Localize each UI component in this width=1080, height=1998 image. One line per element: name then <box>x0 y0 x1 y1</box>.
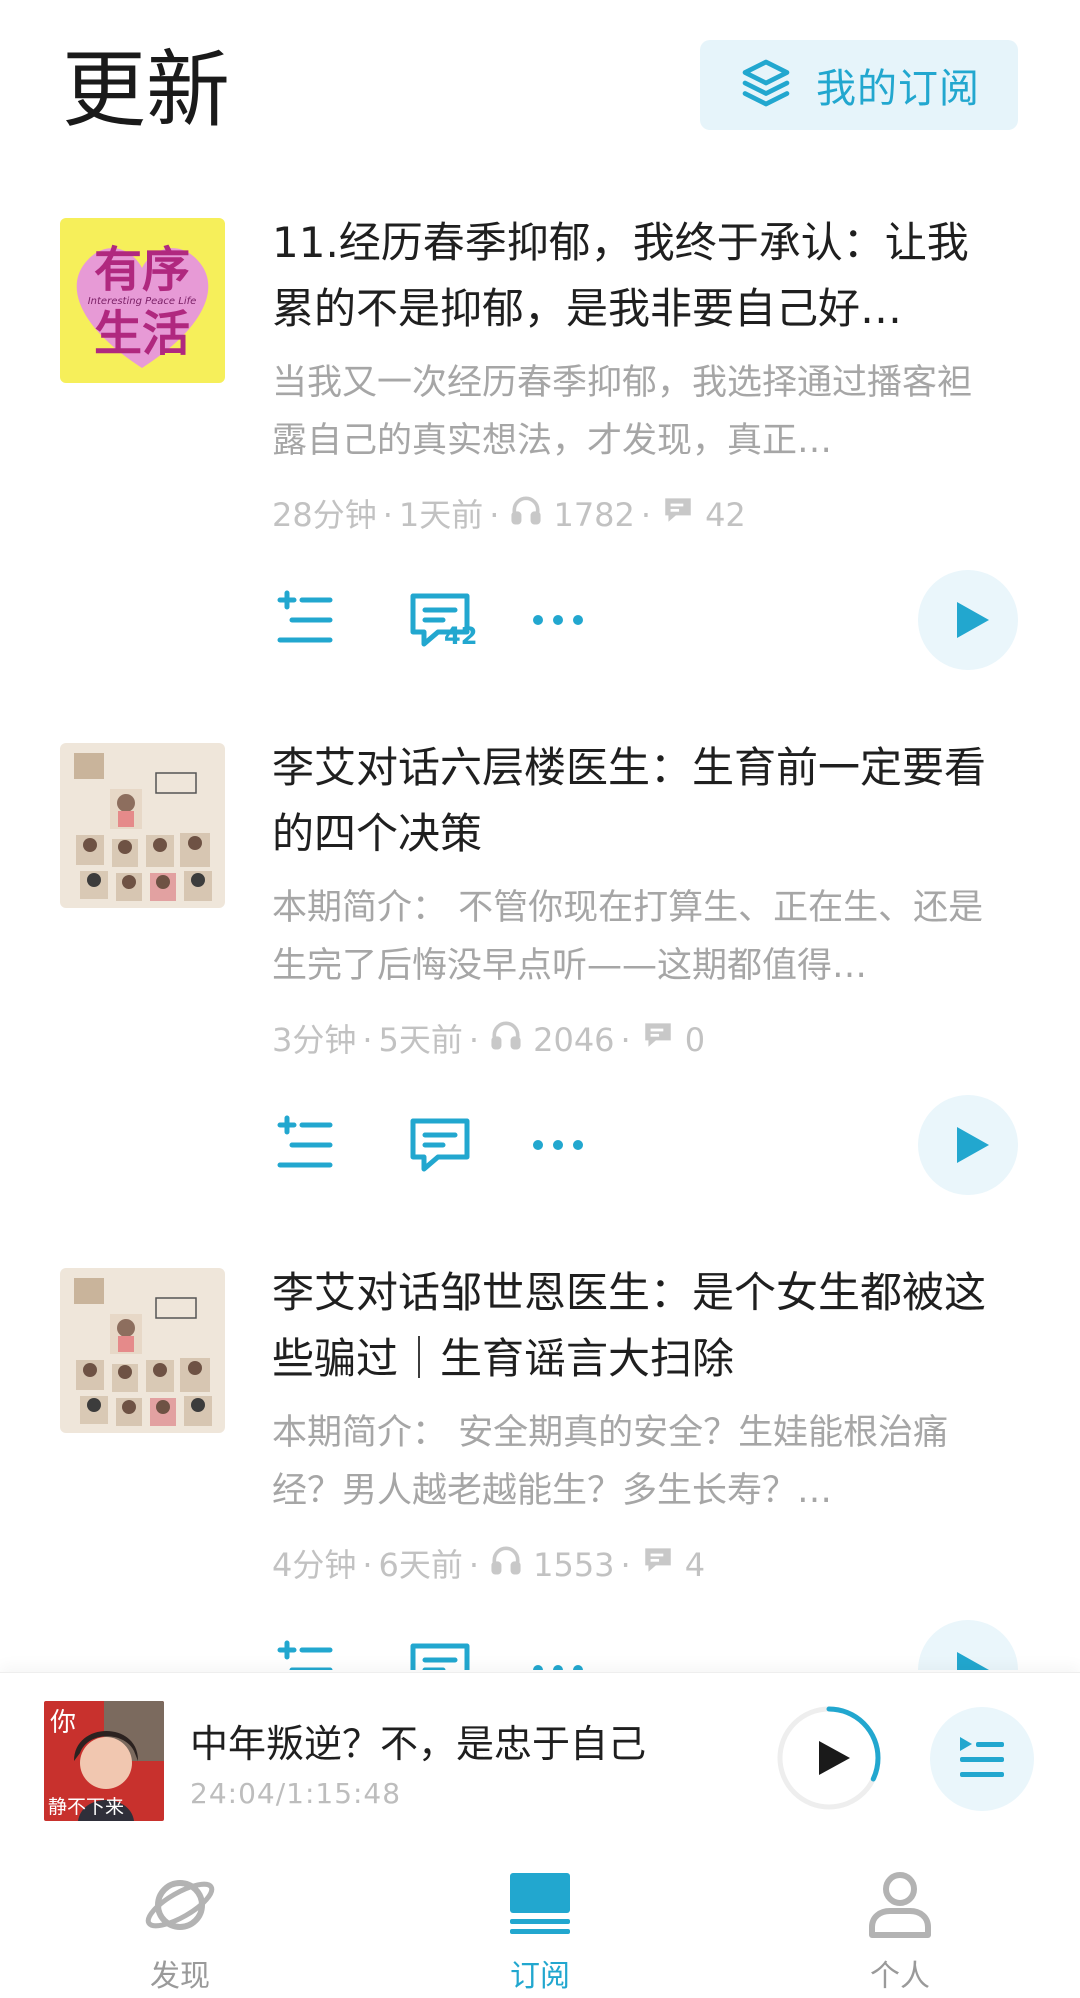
page-title: 更新 <box>62 41 231 139</box>
add-to-queue-icon <box>277 590 333 643</box>
nav-discover[interactable]: 发现 <box>80 1827 280 1998</box>
episode-item[interactable]: 李艾对话邹世恩医生：是个女生都被这些骗过｜生育谣言大扫除 本期简介： 安全期真的… <box>0 1260 1080 1670</box>
cover-title-line1: 有序 <box>94 242 190 298</box>
meta-separator: · <box>382 495 393 534</box>
comment-count-badge: 42 <box>444 622 478 650</box>
mini-player[interactable]: 你 静不下来 中年叛逆？不，是忠于自己 24:04/1:15:48 <box>0 1672 1080 1827</box>
now-playing-time: 24:04/1:15:48 <box>190 1777 402 1810</box>
comment-icon <box>410 1118 470 1172</box>
episode-cover[interactable]: 有序 Interesting Peace Life 生活 <box>60 218 225 383</box>
episode-item[interactable]: 李艾对话六层楼医生：生育前一定要看的四个决策 本期简介： 不管你现在打算生、正在… <box>0 735 1080 1260</box>
play-episode-button[interactable] <box>918 1095 1018 1195</box>
nav-profile-label: 个人 <box>870 1959 930 1994</box>
headphones-icon <box>505 493 553 536</box>
more-button[interactable] <box>530 1638 586 1670</box>
cover-text-top: 你 <box>50 1708 76 1738</box>
episode-meta: 3分钟 · 5天前 · 2046 · 0 <box>272 1018 705 1061</box>
episode-title[interactable]: 11.经历春季抑郁，我终于承认：让我累的不是抑郁，是我非要自己好… <box>272 210 1002 342</box>
episode-published: 6天前 <box>378 1545 463 1584</box>
meta-separator: · <box>620 1020 631 1059</box>
add-to-queue-icon <box>277 1640 333 1670</box>
episode-title[interactable]: 李艾对话六层楼医生：生育前一定要看的四个决策 <box>272 735 1002 867</box>
meta-separator: · <box>489 495 500 534</box>
episode-plays: 1553 <box>533 1545 615 1584</box>
more-icon <box>533 1665 583 1670</box>
headphones-icon <box>485 1543 533 1586</box>
episode-actions: 42 <box>0 570 1080 670</box>
episode-meta: 28分钟 · 1天前 · 1782 · 42 <box>272 493 746 536</box>
meta-separator: · <box>640 495 652 534</box>
episode-meta: 4分钟 · 6天前 · 1553 · 4 <box>272 1543 705 1586</box>
more-button[interactable] <box>530 1113 586 1177</box>
episode-published: 1天前 <box>398 495 484 534</box>
episode-plays: 1782 <box>553 495 635 534</box>
now-playing-cover[interactable]: 你 静不下来 <box>44 1701 164 1821</box>
my-subscriptions-label: 我的订阅 <box>816 66 980 112</box>
meta-separator: · <box>620 1545 631 1584</box>
person-icon <box>869 1872 931 1938</box>
comment-small-icon <box>637 1018 685 1061</box>
now-playing-title[interactable]: 中年叛逆？不，是忠于自己 <box>190 1713 646 1768</box>
episode-duration: 28分钟 <box>272 495 377 534</box>
my-subscriptions-button[interactable]: 我的订阅 <box>700 40 1018 130</box>
episode-description: 当我又一次经历春季抑郁，我选择通过播客袒露自己的真实想法，才发现，真正… <box>272 363 973 461</box>
comment-small-icon <box>637 1543 685 1586</box>
episode-description: 本期简介： 不管你现在打算生、正在生、还是生完了后悔没早点听——这期都值得… <box>272 888 984 986</box>
episode-duration: 3分钟 <box>272 1020 357 1059</box>
play-icon <box>957 1127 989 1163</box>
add-to-queue-button[interactable] <box>272 1113 336 1177</box>
episode-cover[interactable] <box>60 1268 225 1433</box>
comment-button[interactable] <box>400 1113 480 1177</box>
play-icon <box>957 1652 989 1670</box>
nav-profile[interactable]: 个人 <box>800 1827 1000 1998</box>
header: 更新 我的订阅 <box>0 0 1080 180</box>
episode-duration: 4分钟 <box>272 1545 357 1584</box>
comment-small-icon <box>657 493 705 536</box>
headphones-icon <box>485 1018 533 1061</box>
more-icon <box>533 1140 583 1150</box>
meta-separator: · <box>468 1545 480 1584</box>
episode-published: 5天前 <box>378 1020 463 1059</box>
more-icon <box>533 615 583 625</box>
planet-icon <box>145 1880 215 1930</box>
nav-subscriptions[interactable]: 订阅 <box>440 1827 640 1998</box>
bottom-nav: 发现 订阅 个人 <box>0 1827 1080 1998</box>
playlist-icon <box>960 1737 1004 1777</box>
nav-subscriptions-label: 订阅 <box>510 1959 570 1994</box>
nav-discover-label: 发现 <box>150 1959 210 1994</box>
meta-separator: · <box>362 1545 373 1584</box>
comment-icon <box>410 1643 470 1670</box>
episode-feed[interactable]: 有序 Interesting Peace Life 生活 11.经历春季抑郁，我… <box>0 210 1080 1670</box>
episode-actions <box>0 1620 1080 1670</box>
play-episode-button[interactable] <box>918 570 1018 670</box>
episode-comments: 42 <box>705 495 746 534</box>
cover-title-line2: 生活 <box>94 306 190 362</box>
comment-button[interactable] <box>400 1638 480 1670</box>
mini-play-button[interactable] <box>774 1703 884 1813</box>
add-to-queue-button[interactable] <box>272 588 336 652</box>
meta-separator: · <box>362 1020 373 1059</box>
meta-separator: · <box>468 1020 480 1059</box>
episode-actions <box>0 1095 1080 1195</box>
cover-text-bottom: 静不下来 <box>48 1796 124 1818</box>
episode-title[interactable]: 李艾对话邹世恩医生：是个女生都被这些骗过｜生育谣言大扫除 <box>272 1260 1002 1392</box>
app-screen: 更新 我的订阅 有序 Interesting Peace Life 生活 11.… <box>0 0 1080 1998</box>
add-to-queue-button[interactable] <box>272 1638 336 1670</box>
play-episode-button[interactable] <box>918 1620 1018 1670</box>
episode-cover[interactable] <box>60 743 225 908</box>
episode-item[interactable]: 有序 Interesting Peace Life 生活 11.经历春季抑郁，我… <box>0 210 1080 735</box>
episode-description: 本期简介： 安全期真的安全？生娃能根治痛经？男人越老越能生？多生长寿？… <box>272 1413 949 1511</box>
play-icon <box>819 1741 850 1775</box>
episode-comments: 4 <box>684 1545 706 1584</box>
episode-plays: 2046 <box>533 1020 615 1059</box>
play-icon <box>957 602 989 638</box>
playlist-button[interactable] <box>930 1707 1034 1811</box>
add-to-queue-icon <box>277 1115 333 1168</box>
more-button[interactable] <box>530 588 586 652</box>
episode-comments: 0 <box>684 1020 706 1059</box>
layers-icon <box>738 55 794 115</box>
subscriptions-icon <box>510 1873 570 1934</box>
